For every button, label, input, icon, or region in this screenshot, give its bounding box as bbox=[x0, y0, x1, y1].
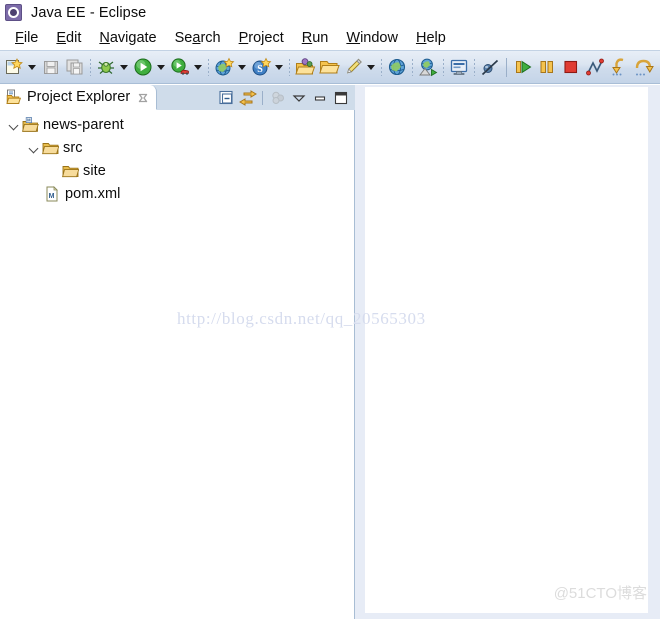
separator bbox=[87, 56, 94, 78]
svg-text:M: M bbox=[49, 193, 55, 200]
separator bbox=[258, 88, 267, 108]
menu-item-project[interactable]: Project bbox=[230, 30, 293, 46]
maven-project-icon: M bbox=[22, 116, 39, 133]
separator bbox=[378, 56, 385, 78]
editor-canvas[interactable] bbox=[365, 87, 648, 613]
svg-text:M: M bbox=[27, 117, 31, 122]
open-type-icon[interactable] bbox=[294, 56, 316, 78]
tree-item-label: pom.xml bbox=[65, 185, 121, 202]
separator bbox=[440, 56, 447, 78]
maximize-icon[interactable] bbox=[331, 88, 351, 108]
new-wizard-dropdown-icon[interactable] bbox=[26, 56, 39, 78]
separator bbox=[286, 56, 293, 78]
terminate-icon[interactable] bbox=[560, 56, 582, 78]
resume-icon[interactable] bbox=[512, 56, 534, 78]
tree-item-src[interactable]: src bbox=[0, 136, 354, 159]
suspend-icon[interactable] bbox=[536, 56, 558, 78]
tree-item-label: src bbox=[63, 139, 83, 156]
link-with-editor-icon[interactable] bbox=[238, 88, 258, 108]
separator bbox=[205, 56, 212, 78]
tree-item-label: news-parent bbox=[43, 116, 124, 133]
run-external-tools-dropdown-icon[interactable] bbox=[192, 56, 205, 78]
close-icon[interactable] bbox=[137, 91, 149, 103]
disconnect-icon[interactable] bbox=[584, 56, 606, 78]
tree-item-label: site bbox=[83, 162, 106, 179]
step-over-icon[interactable] bbox=[632, 56, 654, 78]
save-icon bbox=[40, 56, 62, 78]
window-title: Java EE - Eclipse bbox=[31, 4, 147, 21]
project-tree: M news-parent src site M pom.xml bbox=[0, 110, 354, 205]
web-browser-icon[interactable] bbox=[386, 56, 408, 78]
menu-item-navigate[interactable]: Navigate bbox=[90, 30, 165, 46]
new-annotation-dropdown-icon[interactable] bbox=[365, 56, 378, 78]
folder-icon bbox=[42, 140, 60, 156]
tree-item-site[interactable]: site bbox=[0, 159, 354, 182]
tree-item-news-parent[interactable]: M news-parent bbox=[0, 113, 354, 136]
console-icon[interactable] bbox=[448, 56, 470, 78]
new-java-ee-project-icon[interactable] bbox=[213, 56, 235, 78]
run-last-tool-icon[interactable] bbox=[417, 56, 439, 78]
separator bbox=[409, 56, 416, 78]
run-external-tools-icon[interactable] bbox=[169, 56, 191, 78]
new-annotation-icon[interactable] bbox=[342, 56, 364, 78]
workbench-area: Project Explorer M news-parent src site … bbox=[0, 85, 660, 619]
menu-item-window[interactable]: Window bbox=[337, 30, 407, 46]
separator bbox=[471, 56, 478, 78]
open-task-icon[interactable] bbox=[318, 56, 340, 78]
menu-item-run[interactable]: Run bbox=[293, 30, 338, 46]
collapse-all-icon[interactable] bbox=[217, 88, 237, 108]
project-explorer-view: Project Explorer M news-parent src site … bbox=[0, 85, 355, 619]
menu-item-help[interactable]: Help bbox=[407, 30, 455, 46]
debug-dropdown-icon[interactable] bbox=[118, 56, 131, 78]
run-icon[interactable] bbox=[132, 56, 154, 78]
separator-solid bbox=[502, 56, 511, 78]
view-menu-icon[interactable] bbox=[289, 88, 309, 108]
step-into-icon[interactable] bbox=[608, 56, 630, 78]
maven-pom-file-icon: M bbox=[44, 185, 61, 202]
project-explorer-icon bbox=[6, 89, 22, 105]
new-server-icon[interactable]: S bbox=[250, 56, 272, 78]
menu-item-edit[interactable]: Edit bbox=[47, 30, 90, 46]
minimize-icon[interactable] bbox=[310, 88, 330, 108]
new-server-dropdown-icon[interactable] bbox=[273, 56, 286, 78]
debug-icon[interactable] bbox=[95, 56, 117, 78]
run-dropdown-icon[interactable] bbox=[155, 56, 168, 78]
editor-area bbox=[355, 85, 660, 619]
tree-item-pom-xml[interactable]: M pom.xml bbox=[0, 182, 354, 205]
tab-project-explorer[interactable]: Project Explorer bbox=[0, 85, 158, 110]
window-title-bar: Java EE - Eclipse bbox=[0, 0, 660, 25]
svg-text:S: S bbox=[257, 64, 263, 75]
twisty-expanded-icon[interactable] bbox=[26, 140, 42, 156]
menu-bar: File Edit Navigate Search Project Run Wi… bbox=[0, 25, 660, 50]
skip-breakpoints-icon[interactable] bbox=[479, 56, 501, 78]
save-all-icon bbox=[64, 56, 86, 78]
eclipse-icon bbox=[5, 4, 22, 21]
folder-icon bbox=[62, 163, 80, 179]
view-tab-row: Project Explorer bbox=[0, 85, 355, 110]
menu-item-file[interactable]: File bbox=[6, 30, 47, 46]
tab-label: Project Explorer bbox=[27, 89, 131, 105]
new-wizard-icon[interactable] bbox=[3, 56, 25, 78]
main-toolbar: S bbox=[0, 50, 660, 84]
new-java-ee-dropdown-icon[interactable] bbox=[236, 56, 249, 78]
project-explorer-body: M news-parent src site M pom.xml bbox=[0, 110, 355, 619]
menu-item-search[interactable]: Search bbox=[166, 30, 230, 46]
view-toolbar bbox=[216, 85, 351, 110]
focus-on-active-task-icon bbox=[268, 88, 288, 108]
twisty-expanded-icon[interactable] bbox=[6, 117, 22, 133]
